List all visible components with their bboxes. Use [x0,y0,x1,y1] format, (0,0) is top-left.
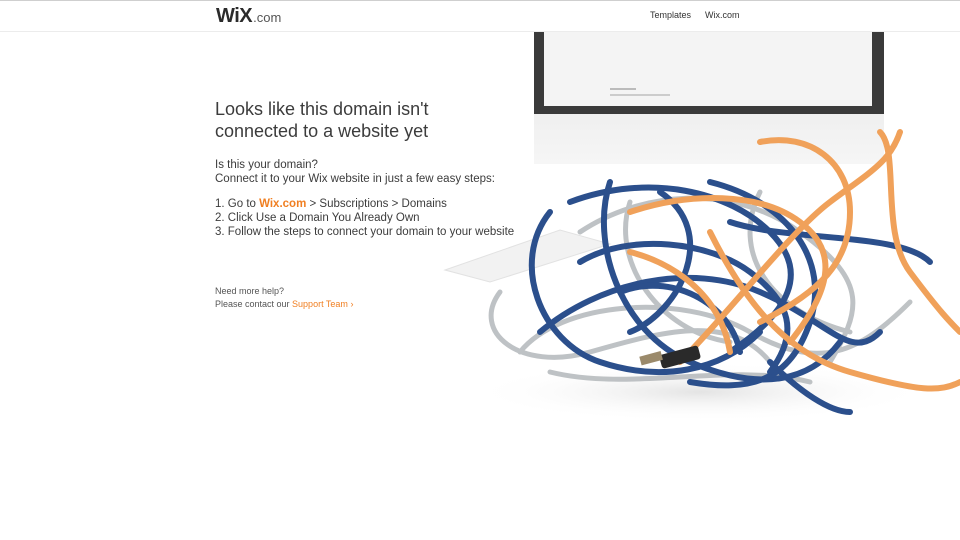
help-line-1: Need more help? [215,286,285,296]
step-1: 1. Go to Wix.com > Subscriptions > Domai… [215,197,515,211]
headline-line-1: Looks like this domain isn't [215,99,429,119]
chevron-right-icon: › [350,299,354,309]
question-line-2: Connect it to your Wix website in just a… [215,173,495,185]
support-team-link[interactable]: Support Team › [292,299,353,309]
help-section: Need more help? Please contact our Suppo… [215,285,515,311]
support-team-label: Support Team [292,299,348,309]
wixcom-link[interactable]: Wix.com [259,198,306,210]
headline-line-2: connected to a website yet [215,121,429,141]
logo-wordmark: WiX [216,5,253,27]
step-2: 2. Click Use a Domain You Already Own [215,212,420,224]
logo-suffix: .com [253,10,282,25]
domain-question: Is this your domain? Connect it to your … [215,158,515,186]
steps-list: 1. Go to Wix.com > Subscriptions > Domai… [215,197,515,239]
nav-templates-link[interactable]: Templates [650,10,691,20]
monitor-shape [534,32,884,164]
help-prefix: Please contact our [215,299,293,309]
question-line-1: Is this your domain? [215,159,318,171]
step-1-prefix: 1. Go to [215,198,260,210]
main-content: Looks like this domain isn't connected t… [215,98,515,311]
nav-wixcom-link[interactable]: Wix.com [705,10,740,20]
wix-logo[interactable]: WiX .com [216,5,281,28]
top-navigation-bar: WiX .com Templates Wix.com [0,0,960,32]
step-3: 3. Follow the steps to connect your doma… [215,226,515,238]
page-headline: Looks like this domain isn't connected t… [215,98,515,142]
step-1-suffix: > Subscriptions > Domains [306,198,447,210]
